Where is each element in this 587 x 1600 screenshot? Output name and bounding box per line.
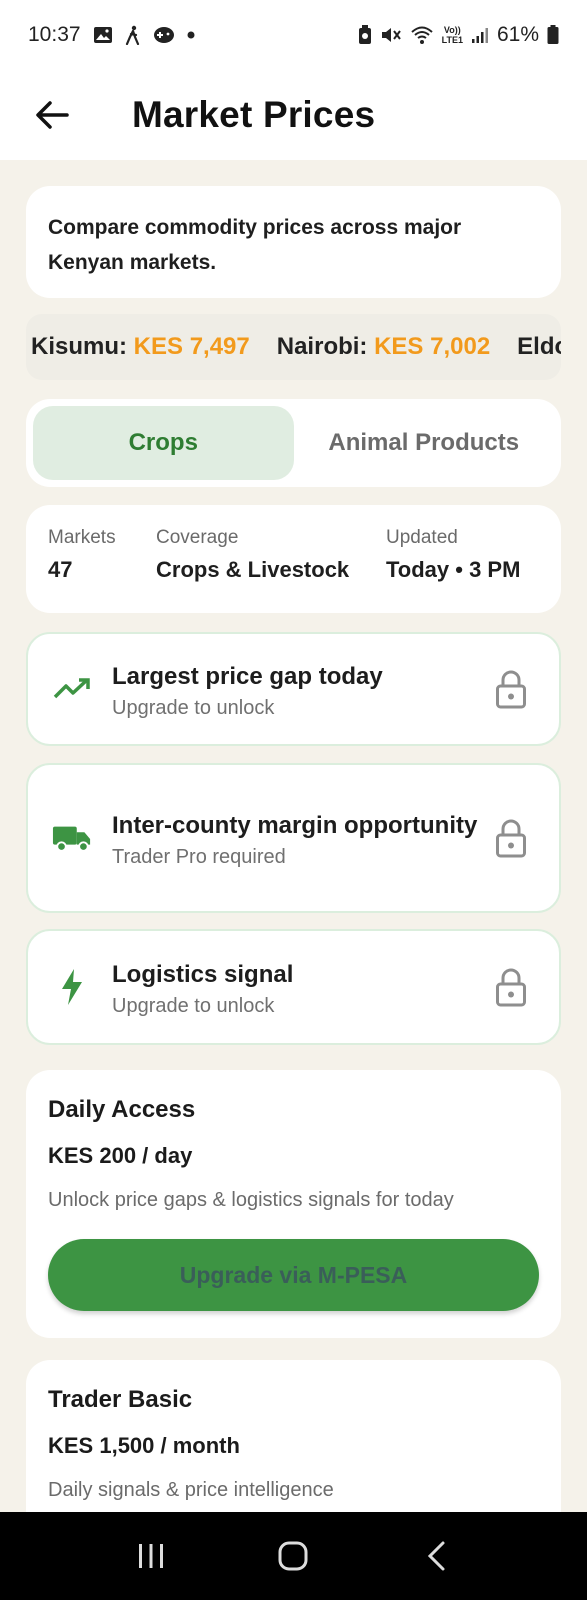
- content-scroll[interactable]: Compare commodity prices across major Ke…: [0, 160, 587, 1512]
- stat-label: Coverage: [156, 527, 239, 548]
- plan-price: KES 1,500 / month: [48, 1433, 240, 1458]
- feature-subtitle: Upgrade to unlock: [112, 696, 275, 719]
- plan-description: Unlock price gaps & logistics signals fo…: [48, 1189, 454, 1211]
- stat-label: Updated: [386, 527, 458, 548]
- plan-daily-access: Daily Access KES 200 / day Unlock price …: [26, 1070, 561, 1338]
- wifi-icon: [410, 25, 434, 45]
- page-title: Market Prices: [132, 94, 376, 135]
- ticker-item: Nairobi: KES 7,002: [277, 333, 490, 361]
- back-nav-button[interactable]: [406, 1526, 466, 1586]
- stat-coverage: Coverage Crops & Livestock: [156, 527, 386, 591]
- home-icon: [278, 1541, 308, 1571]
- ticker-item: Eldoret: [517, 333, 561, 361]
- ticker-price: KES 7,002: [374, 333, 491, 360]
- plan-description: Daily signals & price intelligence: [48, 1479, 334, 1501]
- category-tabs: Crops Animal Products: [26, 399, 561, 487]
- network-label: LTE1: [441, 35, 463, 45]
- intro-card: Compare commodity prices across major Ke…: [26, 186, 561, 298]
- game-icon: [153, 26, 175, 44]
- chevron-left-icon: [427, 1541, 445, 1571]
- ticker-market: Kisumu:: [31, 333, 127, 360]
- image-icon: [93, 26, 113, 44]
- battery-saver-icon: [358, 25, 372, 45]
- battery-icon: [547, 25, 559, 45]
- intro-text: Compare commodity prices across major Ke…: [48, 216, 462, 274]
- battery-percent: 61%: [496, 23, 539, 46]
- system-nav-bar: [0, 1512, 587, 1600]
- lightning-icon: [52, 968, 92, 1006]
- status-time: 10:37: [28, 23, 81, 46]
- price-ticker[interactable]: Kisumu: KES 7,497 Nairobi: KES 7,002 Eld…: [26, 314, 561, 380]
- ticker-item: Kisumu: KES 7,497: [31, 333, 250, 361]
- feature-title: Logistics signal: [112, 960, 294, 988]
- tab-animal-products[interactable]: Animal Products: [294, 406, 555, 480]
- feature-price-gap[interactable]: Largest price gap today Upgrade to unloc…: [26, 632, 561, 746]
- recents-icon: [139, 1544, 164, 1568]
- signal-icon: [471, 26, 489, 44]
- feature-title: Inter-county margin opportunity: [112, 811, 478, 839]
- upgrade-mpesa-button[interactable]: Upgrade via M-PESA: [48, 1239, 539, 1311]
- home-button[interactable]: [263, 1526, 323, 1586]
- status-bar: 10:37 Vo)) LTE1 61%: [0, 0, 587, 70]
- feature-margin-opportunity[interactable]: Inter-county margin opportunity Trader P…: [26, 763, 561, 913]
- mute-icon: [380, 25, 402, 45]
- stat-updated: Updated Today • 3 PM: [386, 527, 520, 591]
- plan-title: Daily Access: [48, 1096, 196, 1123]
- ticker-price: KES 7,497: [133, 333, 250, 360]
- lock-icon: [491, 818, 531, 858]
- stat-value: Crops & Livestock: [156, 557, 350, 582]
- tab-crops[interactable]: Crops: [33, 406, 294, 480]
- volte-icon: Vo)) LTE1: [441, 25, 463, 45]
- lock-icon: [491, 967, 531, 1007]
- ticker-market: Eldoret: [517, 333, 561, 360]
- plan-title: Trader Basic: [48, 1386, 193, 1413]
- trending-up-icon: [52, 677, 92, 701]
- lock-icon: [491, 669, 531, 709]
- feature-title: Largest price gap today: [112, 662, 383, 690]
- app-bar: Market Prices: [0, 70, 587, 160]
- truck-icon: [52, 823, 92, 853]
- stat-markets: Markets 47: [48, 527, 156, 591]
- dot-icon: [187, 31, 195, 39]
- stats-card: Markets 47 Coverage Crops & Livestock Up…: [26, 505, 561, 613]
- stat-value: Today • 3 PM: [386, 557, 521, 582]
- recent-apps-button[interactable]: [121, 1526, 181, 1586]
- feature-subtitle: Trader Pro required: [112, 845, 286, 868]
- plan-trader-basic: Trader Basic KES 1,500 / month Daily sig…: [26, 1360, 561, 1512]
- ticker-market: Nairobi:: [276, 333, 368, 360]
- feature-subtitle: Upgrade to unlock: [112, 994, 275, 1017]
- arrow-left-icon: [36, 101, 69, 129]
- stat-label: Markets: [48, 527, 116, 548]
- walking-icon: [125, 25, 141, 45]
- plan-price: KES 200 / day: [48, 1143, 193, 1168]
- back-button[interactable]: [22, 85, 82, 145]
- stat-value: 47: [48, 557, 73, 582]
- feature-logistics-signal[interactable]: Logistics signal Upgrade to unlock: [26, 929, 561, 1045]
